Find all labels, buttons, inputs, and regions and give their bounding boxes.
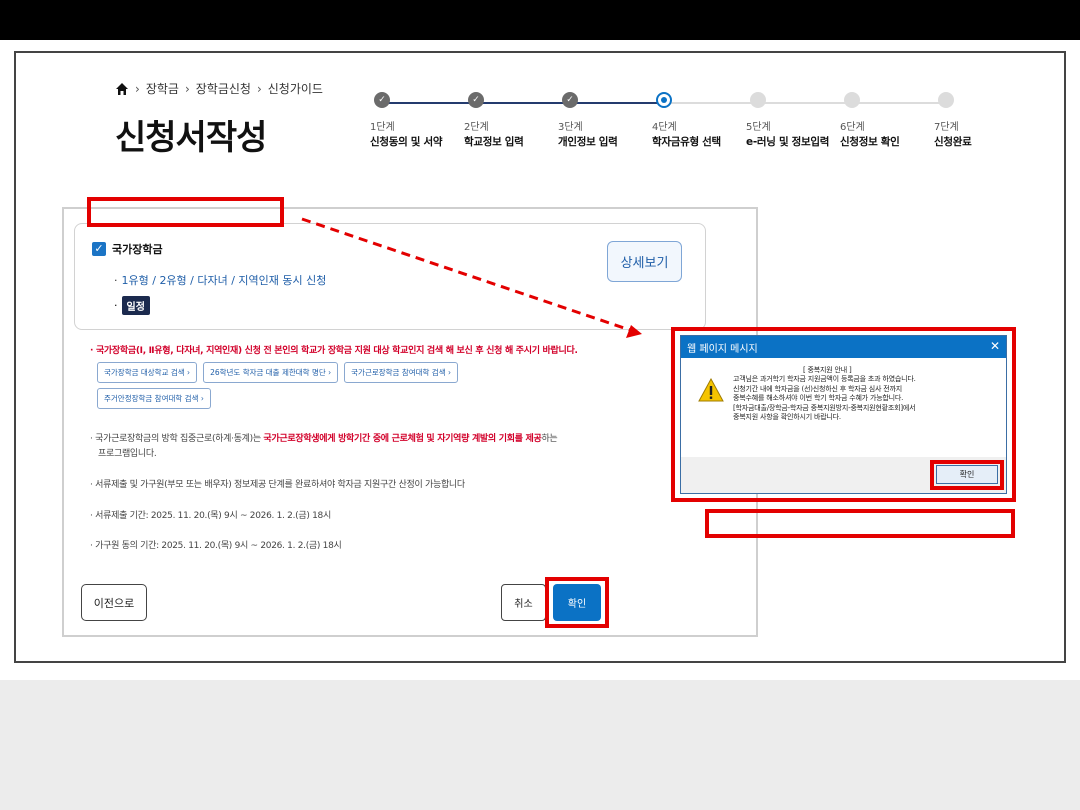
progress-stepper: ✓ 1단계 신청동의 및 서약 ✓ 2단계 학교정보 입력 ✓ 3단계 개인정보… [370, 92, 990, 152]
dialog-titlebar: 웹 페이지 메시지 ✕ [681, 336, 1006, 358]
home-icon[interactable] [115, 82, 129, 96]
notice-red: · 국가장학금(Ⅰ, Ⅱ유형, 다자녀, 지역인재) 신청 전 본인의 학교가 … [90, 346, 578, 356]
step-label: e-러닝 및 정보입력 [746, 136, 830, 148]
close-icon[interactable]: ✕ [990, 339, 1000, 353]
link-label: 국가근로장학금 참여대학 검색 [351, 368, 446, 377]
notice-text: 국가장학금(Ⅰ, Ⅱ유형, 다자녀, 지역인재) 신청 전 본인의 학교가 장학… [95, 346, 578, 356]
step-number: 1단계 [370, 122, 395, 133]
link-label: 주거안정장학금 참여대학 검색 [104, 394, 199, 403]
schedule-badge[interactable]: 일정 [121, 296, 150, 315]
cancel-button[interactable]: 취소 [501, 584, 546, 621]
note-documents: · 서류제출 및 가구원(부모 또는 배우자) 정보제공 단계를 완료하셔야 학… [90, 480, 465, 490]
top-black-bar [0, 0, 1080, 40]
note-text: 하는 [541, 434, 558, 444]
highlight-box [705, 509, 1015, 538]
pending-step-icon [844, 92, 860, 108]
chevron-right-icon: › [135, 81, 140, 96]
step-5: 5단계 e-러닝 및 정보입력 [746, 92, 846, 149]
step-label: 신청완료 [934, 136, 972, 148]
note-work-program: · 국가근로장학금의 방학 집중근로(하계·동계)는 국가근로장학생에게 방학기… [90, 434, 558, 444]
dialog-ok-button[interactable]: 확인 [936, 465, 998, 484]
pending-step-icon [938, 92, 954, 108]
breadcrumb-item[interactable]: 장학금 [146, 80, 179, 97]
chevron-right-icon: › [184, 81, 190, 96]
link-button[interactable]: 국가장학금 대상학교 검색 › [97, 362, 198, 383]
message-dialog: 웹 페이지 메시지 ✕ [ 중복지원 안내 ] 고객님은 과거학기 학자금 지원… [680, 335, 1007, 494]
pending-step-icon [750, 92, 766, 108]
note-highlight: 국가근로장학생에게 방학기간 중에 근로체험 및 자기역량 계발의 기회를 제공 [263, 434, 542, 444]
step-label: 신청정보 확인 [840, 136, 900, 148]
note-submission-period: · 서류제출 기간: 2025. 11. 20.(목) 9시 ~ 2026. 1… [90, 511, 331, 521]
detail-button[interactable]: 상세보기 [607, 241, 682, 282]
highlight-box-confirm [545, 577, 609, 628]
dialog-line: 중복수혜를 해소하셔야 이번 학기 학자금 수혜가 가능합니다. [733, 394, 904, 403]
link-button[interactable]: 국가근로장학금 참여대학 검색 › [344, 362, 458, 383]
step-4: 4단계 학자금유형 선택 [652, 92, 752, 149]
step-label: 개인정보 입력 [558, 136, 618, 148]
note-text: 서류제출 및 가구원(부모 또는 배우자) 정보제공 단계를 완료하셔야 학자금… [95, 480, 465, 490]
note-text: 가구원 동의 기간: 2025. 11. 20.(목) 9시 ~ 2026. 1… [95, 541, 342, 551]
step-label: 학교정보 입력 [464, 136, 524, 148]
bullet: · [114, 274, 118, 287]
breadcrumb: › 장학금 › 장학금신청 › 신청가이드 [115, 80, 323, 97]
prev-button[interactable]: 이전으로 [81, 584, 147, 621]
check-icon: ✓ [468, 92, 484, 108]
link-label: 26학년도 학자금 대출 제한대학 명단 [210, 368, 326, 377]
breadcrumb-item[interactable]: 장학금신청 [196, 80, 251, 97]
step-label: 학자금유형 선택 [652, 136, 721, 148]
step-2: ✓ 2단계 학교정보 입력 [464, 92, 564, 149]
page-title: 신청서작성 [115, 118, 267, 158]
breadcrumb-item[interactable]: 신청가이드 [268, 80, 323, 97]
check-icon: ✓ [374, 92, 390, 108]
scholarship-types: · 1유형 / 2유형 / 다자녀 / 지역인재 동시 신청 [114, 272, 326, 288]
dialog-line: 중복지원 사항을 확인하시기 바랍니다. [733, 413, 841, 422]
link-button[interactable]: 26학년도 학자금 대출 제한대학 명단 › [203, 362, 339, 383]
step-7: 7단계 신청완료 [934, 92, 1034, 149]
card-title: 국가장학금 [112, 243, 163, 256]
note-work-program-line2: 프로그램입니다. [98, 449, 157, 459]
dialog-footer: 확인 [681, 457, 1006, 493]
checkbox-checked-icon[interactable]: ✓ [92, 242, 106, 256]
current-step-icon [656, 92, 672, 108]
dialog-line: [학자금대출/장학금-학자금 중복지원방지-중복지원현황조회]에서 [733, 403, 916, 412]
step-1: ✓ 1단계 신청동의 및 서약 [370, 92, 470, 149]
warning-icon [698, 378, 724, 402]
dialog-line: [ 중복지원 안내 ] [803, 366, 852, 374]
step-3: ✓ 3단계 개인정보 입력 [558, 92, 658, 149]
link-button[interactable]: 주거안정장학금 참여대학 검색 › [97, 388, 211, 409]
dialog-body: [ 중복지원 안내 ] 고객님은 과거학기 학자금 지원금액이 등록금을 초과 … [681, 358, 1006, 457]
highlight-box [87, 197, 284, 227]
step-6: 6단계 신청정보 확인 [840, 92, 940, 149]
dialog-line: 고객님은 과거학기 학자금 지원금액이 등록금을 초과 하였습니다. [733, 375, 916, 384]
chevron-right-icon: › [256, 81, 262, 96]
step-number: 2단계 [464, 122, 489, 133]
dialog-line: 신청기간 내에 학자금을 (선)신청하신 후 학자금 심사 전까지 [733, 384, 902, 393]
types-text: 1유형 / 2유형 / 다자녀 / 지역인재 동시 신청 [121, 274, 327, 287]
step-number: 5단계 [746, 122, 771, 133]
bullet: · [114, 299, 118, 312]
dialog-message: [ 중복지원 안내 ] 고객님은 과거학기 학자금 지원금액이 등록금을 초과 … [733, 366, 916, 422]
dialog-title: 웹 페이지 메시지 [687, 343, 758, 355]
step-number: 4단계 [652, 122, 677, 133]
check-icon: ✓ [562, 92, 578, 108]
step-number: 6단계 [840, 122, 865, 133]
step-number: 3단계 [558, 122, 583, 133]
note-text: 서류제출 기간: 2025. 11. 20.(목) 9시 ~ 2026. 1. … [95, 511, 331, 521]
step-label: 신청동의 및 서약 [370, 136, 443, 148]
note-consent-period: · 가구원 동의 기간: 2025. 11. 20.(목) 9시 ~ 2026.… [90, 541, 342, 551]
schedule-row: · 일정 [114, 296, 150, 315]
link-button-group: 국가장학금 대상학교 검색 › 26학년도 학자금 대출 제한대학 명단 › 국… [97, 362, 517, 409]
note-text: 국가근로장학금의 방학 집중근로(하계·동계)는 [95, 434, 264, 444]
link-label: 국가장학금 대상학교 검색 [104, 368, 185, 377]
step-number: 7단계 [934, 122, 959, 133]
